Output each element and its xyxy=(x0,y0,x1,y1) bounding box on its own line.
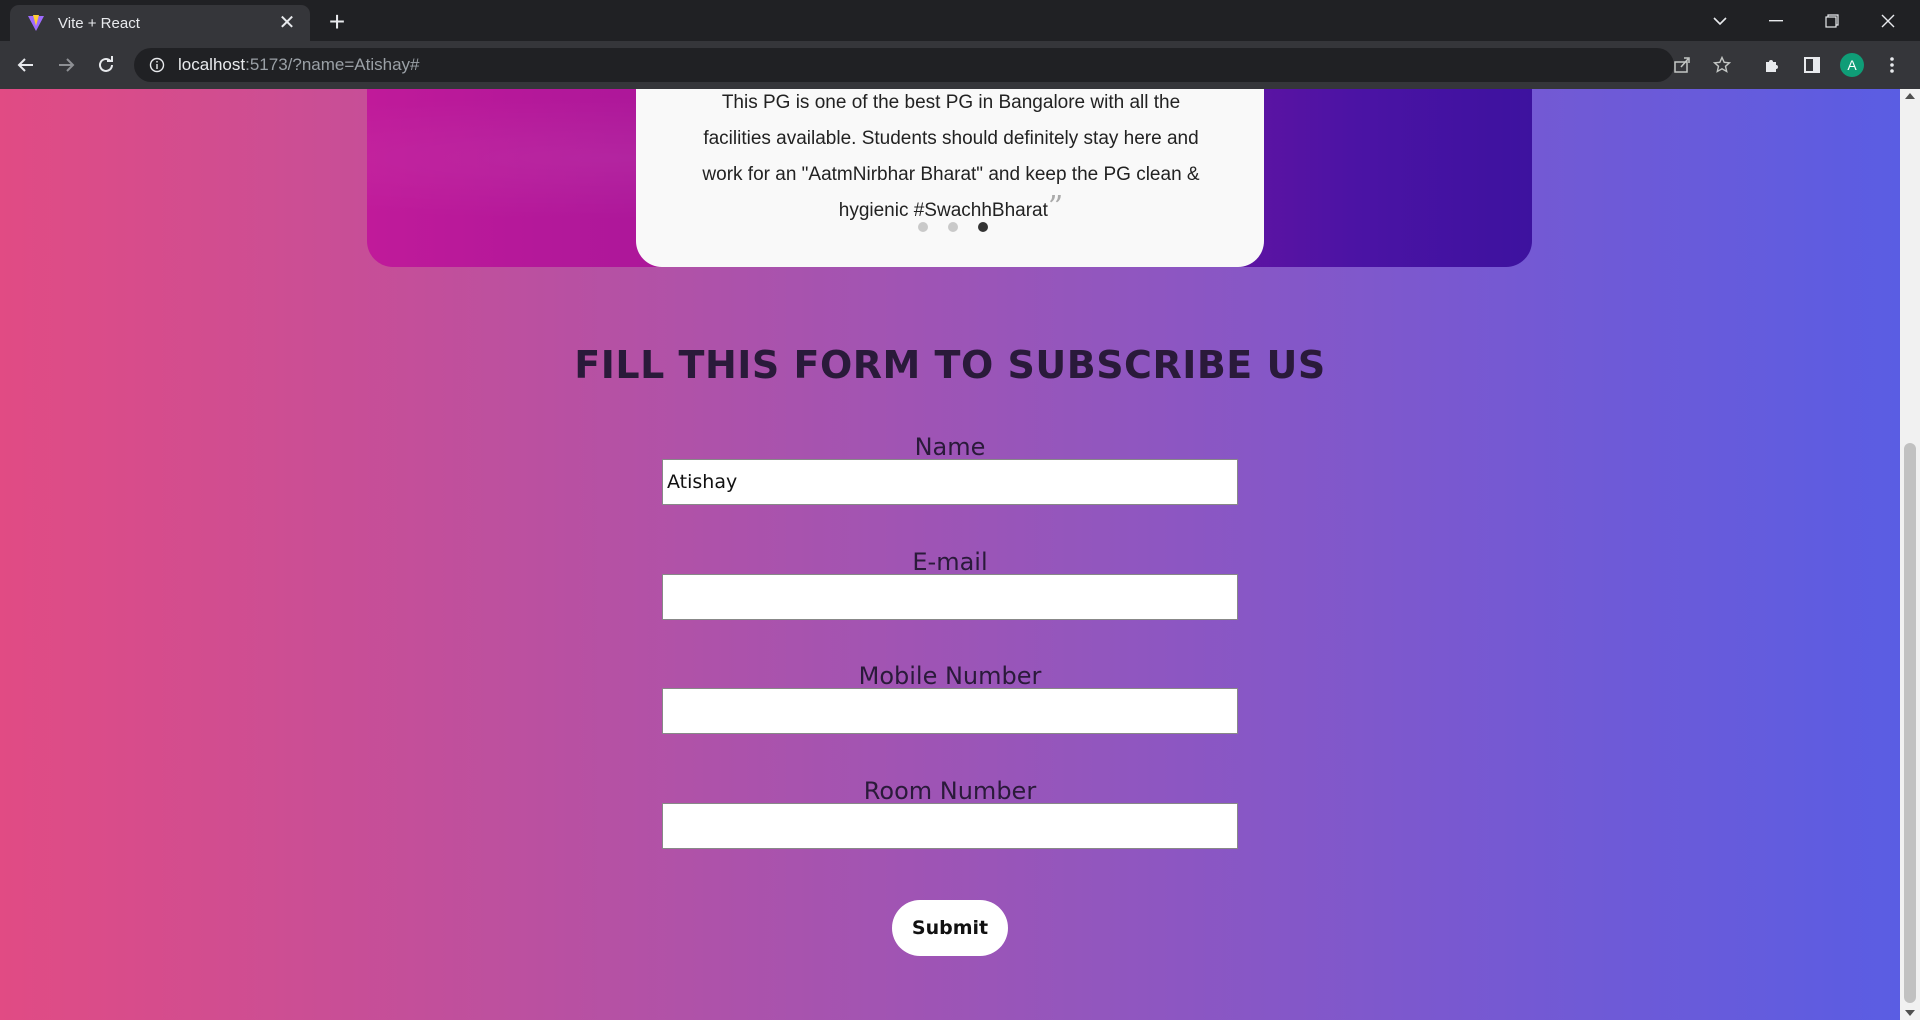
email-input[interactable] xyxy=(662,574,1238,620)
close-window-button[interactable] xyxy=(1860,0,1916,41)
scroll-down-arrow-icon[interactable] xyxy=(1905,1010,1915,1016)
profile-avatar-button[interactable]: A xyxy=(1836,49,1868,81)
restore-window-button[interactable] xyxy=(1804,0,1860,41)
submit-button[interactable]: Submit xyxy=(892,900,1008,956)
carousel-dot-1[interactable] xyxy=(918,222,928,232)
browser-toolbar: localhost:5173/?name=Atishay# A xyxy=(0,41,1920,89)
page-scrollbar[interactable] xyxy=(1900,89,1920,1020)
extensions-puzzle-icon[interactable] xyxy=(1756,49,1788,81)
room-number-label: Room Number xyxy=(863,777,1037,805)
url-path: :5173/?name=Atishay# xyxy=(245,55,420,74)
site-info-icon[interactable] xyxy=(148,56,166,74)
minimize-window-button[interactable] xyxy=(1748,0,1804,41)
mobile-number-label: Mobile Number xyxy=(858,662,1042,690)
url-host: localhost xyxy=(178,55,246,74)
new-tab-button[interactable]: + xyxy=(322,8,352,38)
testimonial-card: This PG is one of the best PG in Bangalo… xyxy=(636,89,1264,267)
scrollbar-thumb[interactable] xyxy=(1904,443,1916,1003)
share-icon[interactable] xyxy=(1666,49,1698,81)
bookmark-star-icon[interactable] xyxy=(1706,49,1738,81)
forward-arrow-icon[interactable] xyxy=(50,49,82,81)
tab-strip: Vite + React ✕ + xyxy=(0,0,1920,41)
side-panel-icon[interactable] xyxy=(1796,49,1828,81)
tab-title: Vite + React xyxy=(58,14,140,32)
browser-tab[interactable]: Vite + React ✕ xyxy=(10,5,310,41)
scroll-up-arrow-icon[interactable] xyxy=(1905,93,1915,99)
carousel-dot-3-active[interactable] xyxy=(978,222,988,232)
testimonial-text: This PG is one of the best PG in Bangalo… xyxy=(696,89,1206,229)
address-bar[interactable]: localhost:5173/?name=Atishay# xyxy=(134,48,1674,82)
avatar: A xyxy=(1840,53,1864,77)
closing-quote-icon: ” xyxy=(1047,190,1064,225)
testimonial-body: This PG is one of the best PG in Bangalo… xyxy=(702,92,1200,221)
chevron-down-icon[interactable] xyxy=(1692,0,1748,41)
name-input[interactable] xyxy=(662,459,1238,505)
kebab-menu-icon[interactable] xyxy=(1876,49,1908,81)
email-label: E-mail xyxy=(912,548,988,576)
room-number-input[interactable] xyxy=(662,803,1238,849)
carousel-dot-2[interactable] xyxy=(948,222,958,232)
close-tab-icon[interactable]: ✕ xyxy=(276,12,298,34)
reload-icon[interactable] xyxy=(90,49,122,81)
carousel-dots xyxy=(918,222,988,232)
form-title: FILL THIS FORM TO SUBSCRIBE US xyxy=(574,343,1326,387)
page-viewport: This PG is one of the best PG in Bangalo… xyxy=(0,89,1900,1020)
mobile-number-input[interactable] xyxy=(662,688,1238,734)
back-arrow-icon[interactable] xyxy=(10,49,42,81)
vite-logo-icon xyxy=(26,13,46,33)
name-label: Name xyxy=(914,433,986,461)
